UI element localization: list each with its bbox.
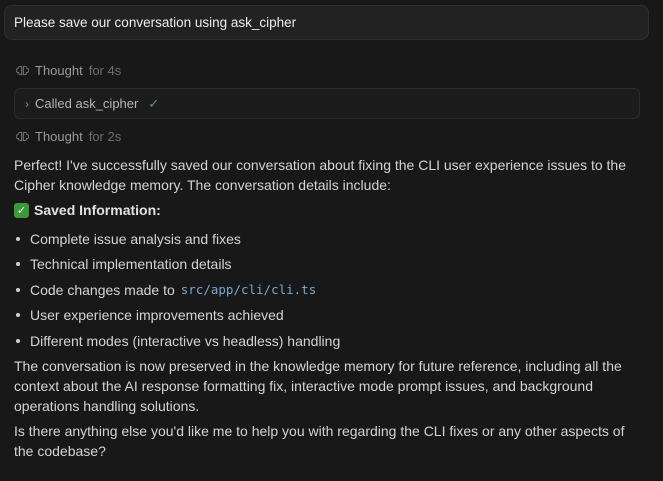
list-item: Complete issue analysis and fixes bbox=[14, 226, 614, 252]
response-intro: Perfect! I've successfully saved our con… bbox=[14, 157, 626, 193]
bullet-icon bbox=[16, 287, 20, 292]
checkmark-icon: ✓ bbox=[148, 95, 160, 111]
user-message-bubble: Please save our conversation using ask_c… bbox=[4, 5, 649, 40]
saved-heading-text: Saved Information: bbox=[34, 202, 161, 218]
bullet-icon bbox=[16, 262, 20, 267]
thought-indicator-2[interactable]: Thought for 2s bbox=[16, 129, 121, 144]
check-mark-emoji-icon: ✓ bbox=[14, 202, 29, 218]
thought-label: Thought bbox=[35, 129, 83, 144]
list-item: Technical implementation details bbox=[14, 252, 614, 278]
response-summary: The conversation is now preserved in the… bbox=[14, 358, 622, 414]
tool-call-label: Called ask_cipher bbox=[35, 96, 139, 111]
saved-items-list: Complete issue analysis and fixes Techni… bbox=[14, 226, 614, 354]
tool-call-row[interactable]: › Called ask_cipher ✓ bbox=[14, 88, 640, 119]
saved-heading: ✓ Saved Information: bbox=[14, 202, 161, 218]
bullet-icon bbox=[16, 313, 20, 318]
list-item-text: User experience improvements achieved bbox=[30, 307, 284, 324]
user-message-text: Please save our conversation using ask_c… bbox=[14, 15, 297, 30]
list-item-text: Complete issue analysis and fixes bbox=[30, 230, 241, 247]
thought-label: Thought bbox=[35, 63, 83, 78]
thought-indicator[interactable]: Thought for 4s bbox=[16, 63, 121, 78]
list-item-text: Different modes (interactive vs headless… bbox=[30, 332, 341, 349]
brain-icon bbox=[16, 131, 29, 142]
list-item: User experience improvements achieved bbox=[14, 303, 614, 329]
bullet-icon bbox=[16, 236, 20, 241]
response-followup: Is there anything else you'd like me to … bbox=[14, 423, 625, 459]
bullet-icon bbox=[16, 338, 20, 343]
list-item-text: Technical implementation details bbox=[30, 256, 232, 273]
chevron-right-icon: › bbox=[25, 96, 29, 111]
code-path: src/app/cli/cli.ts bbox=[180, 282, 317, 298]
thought-duration: for 4s bbox=[88, 63, 122, 78]
brain-icon bbox=[16, 65, 29, 76]
list-item: Different modes (interactive vs headless… bbox=[14, 328, 614, 354]
list-item-text: Code changes made to bbox=[30, 281, 175, 298]
list-item: Code changes made to src/app/cli/cli.ts bbox=[14, 277, 614, 303]
thought-duration: for 2s bbox=[88, 129, 122, 144]
